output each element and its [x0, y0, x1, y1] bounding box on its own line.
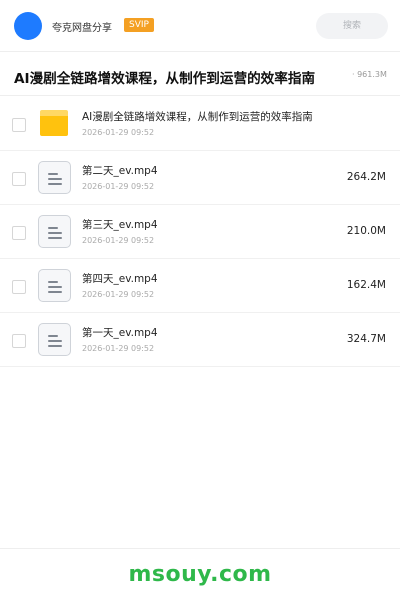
- select-checkbox[interactable]: [12, 172, 26, 186]
- share-header: 夸克网盘分享 SVIP 搜索: [0, 0, 400, 52]
- file-size: 264.2M: [346, 171, 386, 183]
- footer-divider: [0, 548, 400, 549]
- video-file-icon: [38, 323, 71, 356]
- select-checkbox[interactable]: [12, 118, 26, 132]
- file-name: 第一天_ev.mp4: [82, 327, 158, 339]
- list-item[interactable]: 第二天_ev.mp4 2026-01-29 09:52 264.2M: [0, 151, 400, 205]
- list-item[interactable]: 第四天_ev.mp4 2026-01-29 09:52 162.4M: [0, 259, 400, 313]
- file-size: 324.7M: [346, 333, 386, 345]
- share-title-bar: AI漫剧全链路增效课程，从制作到运营的效率指南 · 961.3M: [0, 52, 400, 96]
- list-item[interactable]: 第三天_ev.mp4 2026-01-29 09:52 210.0M: [0, 205, 400, 259]
- site-watermark: msouy.com: [128, 562, 272, 587]
- file-date: 2026-01-29 09:52: [82, 182, 155, 191]
- select-checkbox[interactable]: [12, 226, 26, 240]
- file-date: 2026-01-29 09:52: [82, 344, 155, 353]
- select-checkbox[interactable]: [12, 280, 26, 294]
- file-size: 162.4M: [346, 279, 386, 291]
- file-date: 2026-01-29 09:52: [82, 290, 155, 299]
- total-size: · 961.3M: [352, 70, 387, 79]
- video-file-icon: [38, 161, 71, 194]
- avatar[interactable]: [14, 12, 42, 40]
- file-date: 2026-01-29 09:52: [82, 236, 155, 245]
- file-name: 第四天_ev.mp4: [82, 273, 158, 285]
- file-name: AI漫剧全链路增效课程，从制作到运营的效率指南: [82, 111, 313, 123]
- search-input[interactable]: 搜索: [316, 13, 388, 39]
- file-name: 第三天_ev.mp4: [82, 219, 158, 231]
- list-item[interactable]: AI漫剧全链路增效课程，从制作到运营的效率指南 2026-01-29 09:52: [0, 97, 400, 151]
- share-owner-name: 夸克网盘分享: [52, 23, 112, 34]
- video-file-icon: [38, 269, 71, 302]
- video-file-icon: [38, 215, 71, 248]
- list-item[interactable]: 第一天_ev.mp4 2026-01-29 09:52 324.7M: [0, 313, 400, 367]
- page-title: AI漫剧全链路增效课程，从制作到运营的效率指南: [14, 71, 316, 87]
- svip-badge: SVIP: [124, 18, 154, 32]
- file-name: 第二天_ev.mp4: [82, 165, 158, 177]
- file-date: 2026-01-29 09:52: [82, 128, 155, 137]
- folder-icon: [40, 110, 68, 136]
- select-checkbox[interactable]: [12, 334, 26, 348]
- file-size: 210.0M: [346, 225, 386, 237]
